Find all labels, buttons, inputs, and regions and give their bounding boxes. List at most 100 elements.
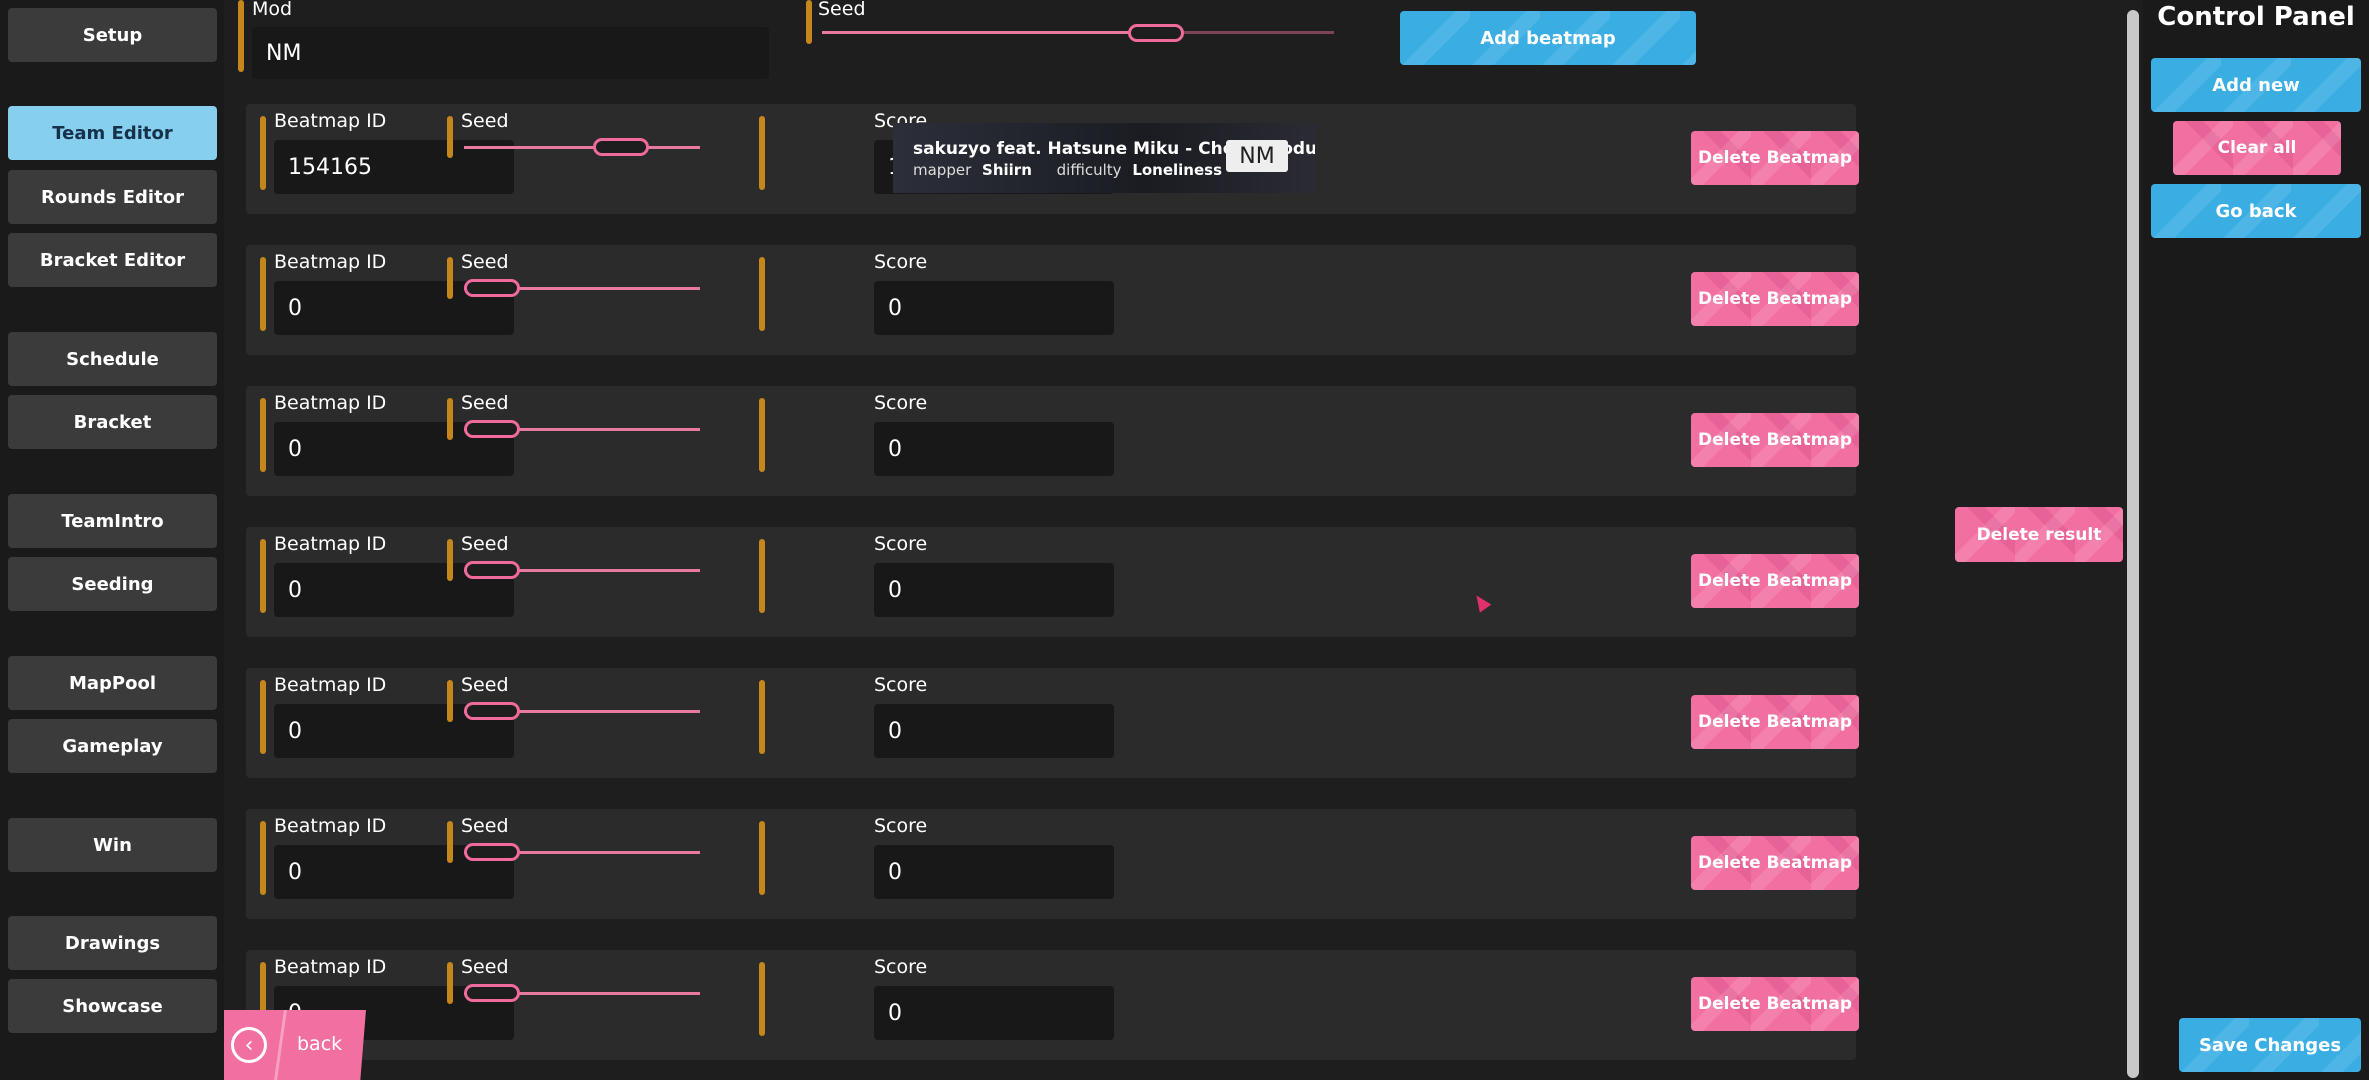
sidebar-item-drawings[interactable]: Drawings — [8, 916, 217, 970]
seed-label: Seed — [818, 0, 866, 20]
control-panel-title: Control Panel — [2157, 2, 2355, 32]
beatmap-row: Beatmap ID 0 Seed Score 0 Delete Beatmap — [246, 809, 1859, 919]
clear-all-button[interactable]: Clear all — [2173, 121, 2341, 175]
beatmap-id-accent — [260, 398, 266, 472]
score-accent — [759, 257, 765, 331]
score-accent — [759, 962, 765, 1036]
seed-slider-knob[interactable] — [464, 561, 520, 579]
seed-slider-knob[interactable] — [464, 984, 520, 1002]
sidebar-item-label: Gameplay — [62, 735, 163, 757]
go-back-button[interactable]: Go back — [2151, 184, 2361, 238]
seed-accent — [806, 0, 812, 44]
delete-beatmap-button[interactable]: Delete Beatmap — [1691, 836, 1859, 890]
seed-slider-knob[interactable] — [464, 279, 520, 297]
mapper-label: mapper — [913, 161, 972, 179]
delete-beatmap-button[interactable]: Delete Beatmap — [1691, 695, 1859, 749]
sidebar-item-gameplay[interactable]: Gameplay — [8, 719, 217, 773]
beatmap-id-label: Beatmap ID — [274, 815, 387, 837]
sidebar-item-setup[interactable]: Setup — [8, 8, 217, 62]
sidebar-item-teamintro[interactable]: TeamIntro — [8, 494, 217, 548]
sidebar-item-showcase[interactable]: Showcase — [8, 979, 217, 1033]
sidebar-item-bracket[interactable]: Bracket — [8, 395, 217, 449]
seed-slider-knob[interactable] — [464, 420, 520, 438]
sidebar-item-label: Win — [93, 834, 132, 856]
sidebar-item-schedule[interactable]: Schedule — [8, 332, 217, 386]
mod-label: Mod — [252, 0, 293, 20]
beatmap-id-label: Beatmap ID — [274, 533, 387, 555]
sidebar-item-label: Drawings — [64, 932, 161, 954]
seed-accent — [447, 539, 453, 581]
beatmap-row: Beatmap ID 0 Seed Score 0 Delete Beatmap — [246, 950, 1859, 1060]
score-accent — [759, 116, 765, 190]
score-label: Score — [874, 392, 928, 414]
sidebar-item-label: Seeding — [71, 573, 154, 595]
sidebar: Setup Team Editor Rounds Editor Bracket … — [0, 0, 224, 1080]
score-input[interactable]: 0 — [874, 704, 1114, 758]
beatmap-row: Beatmap ID 0 Seed Score 0 Delete Beatmap — [246, 527, 1859, 637]
sidebar-item-label: Showcase — [62, 995, 163, 1017]
beatmap-meta: mapper Shiirn difficulty Loneliness — [913, 161, 1222, 179]
delete-beatmap-button[interactable]: Delete Beatmap — [1691, 413, 1859, 467]
seed-label: Seed — [461, 533, 509, 555]
back-label: back — [297, 1033, 343, 1055]
save-changes-button[interactable]: Save Changes — [2179, 1018, 2361, 1072]
beatmap-id-label: Beatmap ID — [274, 392, 387, 414]
seed-slider-knob[interactable] — [593, 138, 649, 156]
sidebar-item-mappool[interactable]: MapPool — [8, 656, 217, 710]
seed-accent — [447, 962, 453, 1004]
control-panel: Control Panel Add new Clear all Go back … — [2143, 0, 2369, 1080]
sidebar-item-label: TeamIntro — [61, 510, 164, 532]
beatmap-row: Beatmap ID 0 Seed Score 0 Delete Beatmap — [246, 245, 1859, 355]
seed-accent — [447, 257, 453, 299]
score-input[interactable]: 0 — [874, 986, 1114, 1040]
sidebar-item-team-editor[interactable]: Team Editor — [8, 106, 217, 160]
beatmap-row: Beatmap ID 0 Seed Score 0 Delete Beatmap — [246, 668, 1859, 778]
score-input[interactable]: 0 — [874, 281, 1114, 335]
score-input[interactable]: 0 — [874, 422, 1114, 476]
score-input[interactable]: 0 — [874, 563, 1114, 617]
seed-label: Seed — [461, 392, 509, 414]
sidebar-item-bracket-editor[interactable]: Bracket Editor — [8, 233, 217, 287]
mapper-name: Shiirn — [982, 161, 1032, 179]
scrollbar[interactable] — [2127, 10, 2139, 1078]
add-new-button[interactable]: Add new — [2151, 58, 2361, 112]
seed-slider-knob[interactable] — [464, 702, 520, 720]
sidebar-item-label: Bracket Editor — [39, 249, 186, 271]
score-label: Score — [874, 674, 928, 696]
sidebar-item-seeding[interactable]: Seeding — [8, 557, 217, 611]
beatmap-card: sakuzyo feat. Hatsune Miku - ChoiN Produ… — [893, 123, 1315, 193]
beatmap-id-accent — [260, 257, 266, 331]
sidebar-item-rounds-editor[interactable]: Rounds Editor — [8, 170, 217, 224]
difficulty-name: Loneliness — [1132, 161, 1223, 179]
delete-result-button[interactable]: Delete result — [1955, 507, 2123, 562]
chevron-left-icon: ‹ — [231, 1027, 267, 1063]
sidebar-item-label: Bracket — [73, 411, 152, 433]
mod-input[interactable]: NM — [252, 27, 769, 79]
seed-slider-knob[interactable] — [464, 843, 520, 861]
seed-slider-knob[interactable] — [1128, 24, 1184, 42]
score-label: Score — [874, 956, 928, 978]
score-accent — [759, 398, 765, 472]
sidebar-item-label: Rounds Editor — [41, 186, 184, 208]
seed-slider-track[interactable] — [464, 146, 700, 149]
delete-beatmap-button[interactable]: Delete Beatmap — [1691, 977, 1859, 1031]
score-input[interactable]: 0 — [874, 845, 1114, 899]
sidebar-item-label: MapPool — [68, 672, 157, 694]
delete-beatmap-button[interactable]: Delete Beatmap — [1691, 554, 1859, 608]
difficulty-label: difficulty — [1056, 161, 1122, 179]
beatmap-mod-badge: NM — [1226, 140, 1288, 172]
score-label: Score — [874, 815, 928, 837]
score-accent — [759, 680, 765, 754]
beatmap-id-accent — [260, 680, 266, 754]
add-beatmap-button[interactable]: Add beatmap — [1400, 11, 1696, 65]
seed-accent — [447, 398, 453, 440]
beatmap-id-label: Beatmap ID — [274, 251, 387, 273]
seed-slider-track-filled — [822, 31, 1142, 34]
back-button[interactable]: ‹ back — [224, 1010, 366, 1080]
sidebar-item-win[interactable]: Win — [8, 818, 217, 872]
delete-beatmap-button[interactable]: Delete Beatmap — [1691, 131, 1859, 185]
seed-label: Seed — [461, 815, 509, 837]
delete-beatmap-button[interactable]: Delete Beatmap — [1691, 272, 1859, 326]
score-label: Score — [874, 533, 928, 555]
score-label: Score — [874, 251, 928, 273]
